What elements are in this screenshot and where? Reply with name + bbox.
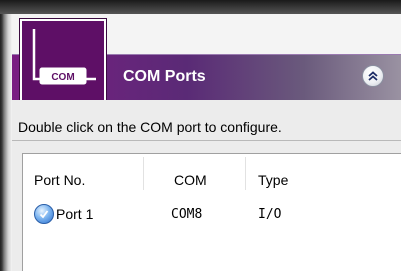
panel-title: COM Ports	[123, 68, 206, 85]
collapse-button[interactable]	[362, 65, 384, 87]
instruction-text: Double click on the COM port to configur…	[18, 119, 282, 135]
chevron-double-up-icon	[368, 71, 378, 81]
com-port-icon: COM	[20, 19, 106, 103]
com-icon-label: COM	[51, 72, 74, 83]
column-header-port[interactable]: Port No.	[34, 172, 85, 188]
check-circle-icon	[34, 204, 54, 224]
column-header-com[interactable]: COM	[174, 172, 207, 188]
table-row-port[interactable]: Port 1	[56, 206, 93, 222]
column-separator	[143, 157, 144, 190]
column-header-type[interactable]: Type	[258, 172, 288, 188]
column-separator	[245, 157, 246, 190]
table-row-type[interactable]: I/O	[258, 207, 281, 222]
divider	[12, 140, 401, 141]
table-row-com[interactable]: COM8	[171, 207, 202, 222]
window-top-border	[0, 0, 401, 14]
